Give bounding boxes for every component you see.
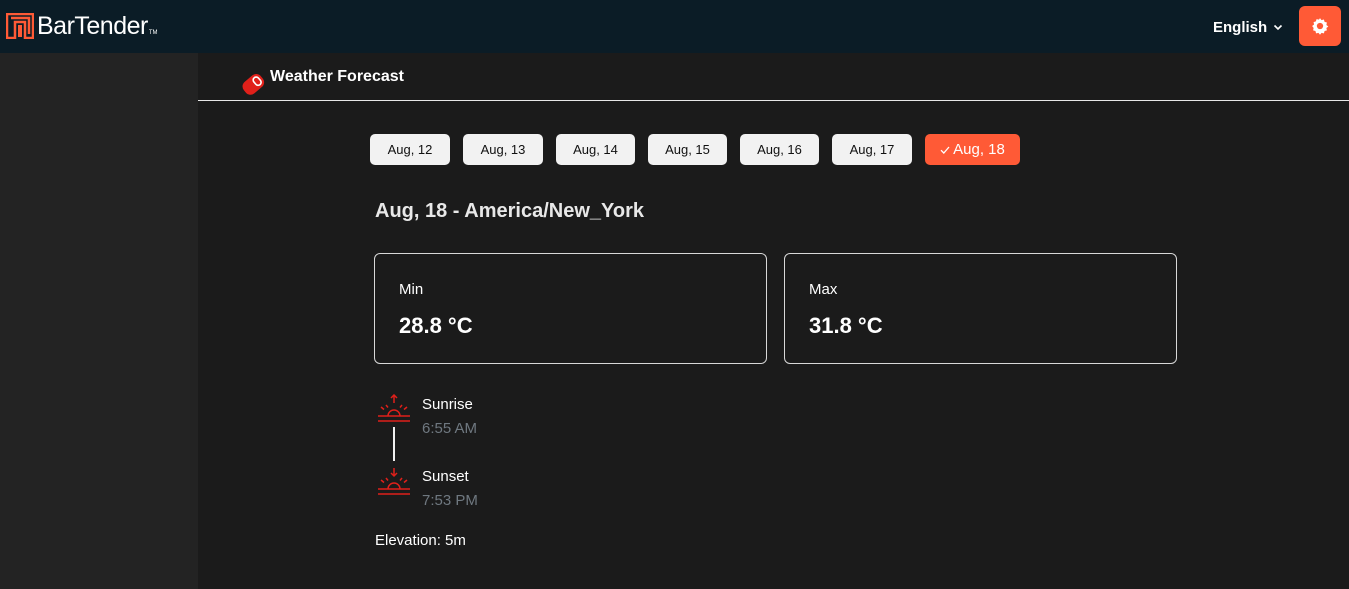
page-header: Weather Forecast xyxy=(198,53,1349,101)
logo-trademark: TM xyxy=(148,30,158,36)
date-button-aug-16[interactable]: Aug, 16 xyxy=(740,134,819,165)
sidebar xyxy=(0,53,198,589)
max-temperature-card: Max 31.8 °C xyxy=(784,253,1177,364)
min-temperature-card: Min 28.8 °C xyxy=(374,253,767,364)
check-icon xyxy=(940,146,950,154)
sunrise-time: 6:55 AM xyxy=(422,420,478,437)
max-label: Max xyxy=(809,281,838,298)
language-label: English xyxy=(1213,18,1268,36)
language-selector[interactable]: English xyxy=(1213,17,1283,37)
date-button-aug-14[interactable]: Aug, 14 xyxy=(556,134,635,165)
date-button-aug-15[interactable]: Aug, 15 xyxy=(648,134,727,165)
sunrise-label: Sunrise xyxy=(422,396,473,413)
min-label: Min xyxy=(399,281,424,298)
date-button-aug-12[interactable]: Aug, 12 xyxy=(370,134,450,165)
gear-icon xyxy=(1312,18,1329,35)
date-button-aug-18[interactable]: Aug, 18 xyxy=(925,134,1020,165)
sunrise-icon xyxy=(378,394,410,422)
app-logo[interactable]: BarTender TM xyxy=(6,13,158,39)
min-value: 28.8 °C xyxy=(399,313,473,338)
logo-text: BarTender xyxy=(37,12,148,40)
timeline-connector xyxy=(393,427,395,461)
bartender-logo-icon xyxy=(6,13,34,39)
top-bar: BarTender TM English xyxy=(0,0,1349,53)
sunset-time: 7:53 PM xyxy=(422,492,478,509)
tag-icon xyxy=(242,74,265,95)
sunset-icon xyxy=(378,468,410,495)
date-button-label: Aug, 18 xyxy=(953,141,1005,158)
date-button-aug-17[interactable]: Aug, 17 xyxy=(832,134,912,165)
date-button-aug-13[interactable]: Aug, 13 xyxy=(463,134,543,165)
settings-button[interactable] xyxy=(1299,6,1341,46)
sunset-label: Sunset xyxy=(422,468,469,485)
date-selector: Aug, 12 Aug, 13 Aug, 14 Aug, 15 Aug, 16 … xyxy=(370,134,1033,165)
elevation-text: Elevation: 5m xyxy=(375,532,466,549)
forecast-heading: Aug, 18 - America/New_York xyxy=(375,200,644,222)
max-value: 31.8 °C xyxy=(809,313,883,338)
page-title: Weather Forecast xyxy=(270,68,404,85)
chevron-down-icon xyxy=(1274,24,1283,31)
